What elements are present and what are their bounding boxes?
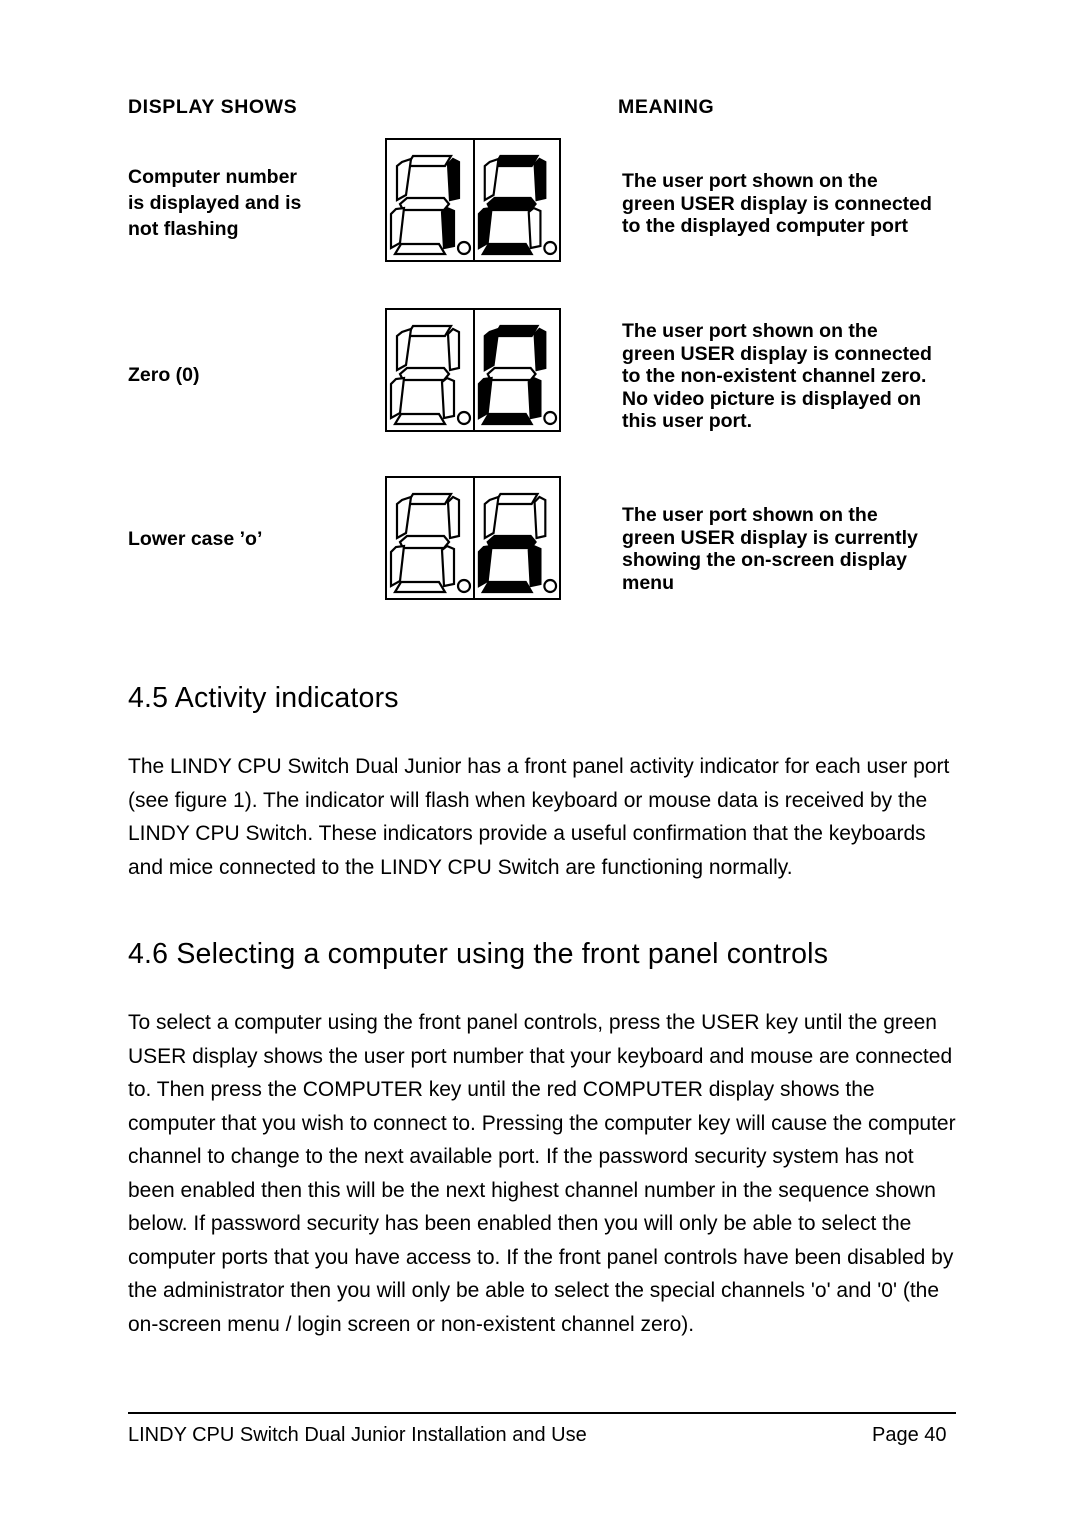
heading-4-6: 4.6 Selecting a computer using the front… [128,938,829,970]
meaning-line: this user port. [622,410,753,432]
display-state-label: Zero (0) [128,362,368,388]
meaning-line: The user port shown on the [622,504,878,526]
display-state-meaning: The user port shown on the green USER di… [622,504,967,594]
display-state-meaning: The user port shown on the green USER di… [622,320,967,433]
column-header-display-shows: DISPLAY SHOWS [128,96,298,118]
meaning-line: to the displayed computer port [622,215,909,237]
footer-page-number: Page 40 [872,1424,947,1446]
footer-document-title: LINDY CPU Switch Dual Junior Installatio… [128,1424,587,1446]
meaning-line: The user port shown on the [622,320,878,342]
meaning-line: The user port shown on the [622,170,878,192]
label-line: is displayed and is [128,192,302,214]
heading-4-5: 4.5 Activity indicators [128,682,399,714]
seven-segment-digit-zero [473,310,559,430]
meaning-line: menu [622,571,675,594]
meaning-line: green USER display is currently [622,526,918,549]
seven-segment-display-12 [385,138,561,262]
display-state-label: Computer number is displayed and is not … [128,164,368,242]
display-state-meaning: The user port shown on the green USER di… [622,170,967,238]
seven-segment-display-0 [385,308,561,432]
table-row: Lower case ’o’ The user port shown on th… [128,476,960,632]
label-line: Zero (0) [128,364,200,386]
display-state-label: Lower case ’o’ [128,526,368,552]
meaning-line: green USER display is connected [622,342,932,365]
column-header-meaning: MEANING [618,96,715,118]
footer-divider [128,1412,956,1414]
label-line: not flashing [128,218,239,240]
meaning-line: to the non-existent channel zero. [622,365,927,387]
table-header-row: DISPLAY SHOWS MEANING [128,96,960,142]
label-line: Lower case ’o’ [128,528,263,550]
document-page: DISPLAY SHOWS MEANING Computer number is… [0,0,1080,1528]
display-states-table: DISPLAY SHOWS MEANING Computer number is… [128,96,960,632]
paragraph-4-5: The LINDY CPU Switch Dual Junior has a f… [128,755,950,879]
seven-segment-digit-1 [387,140,473,260]
meaning-line: No video picture is displayed on [622,387,922,410]
seven-segment-digit-blank [387,478,473,598]
table-row: Zero (0) The user port shown on the gree… [128,308,960,482]
seven-segment-digit-o [473,478,559,598]
seven-segment-digit-blank [387,310,473,430]
meaning-line: green USER display is connected [622,192,932,215]
seven-segment-digit-2 [473,140,559,260]
meaning-line: showing the on-screen display [622,549,907,571]
paragraph-4-6: To select a computer using the front pan… [128,1011,956,1336]
seven-segment-display-lowercase-o [385,476,561,600]
label-line: Computer number [128,166,298,188]
table-row: Computer number is displayed and is not … [128,138,960,312]
